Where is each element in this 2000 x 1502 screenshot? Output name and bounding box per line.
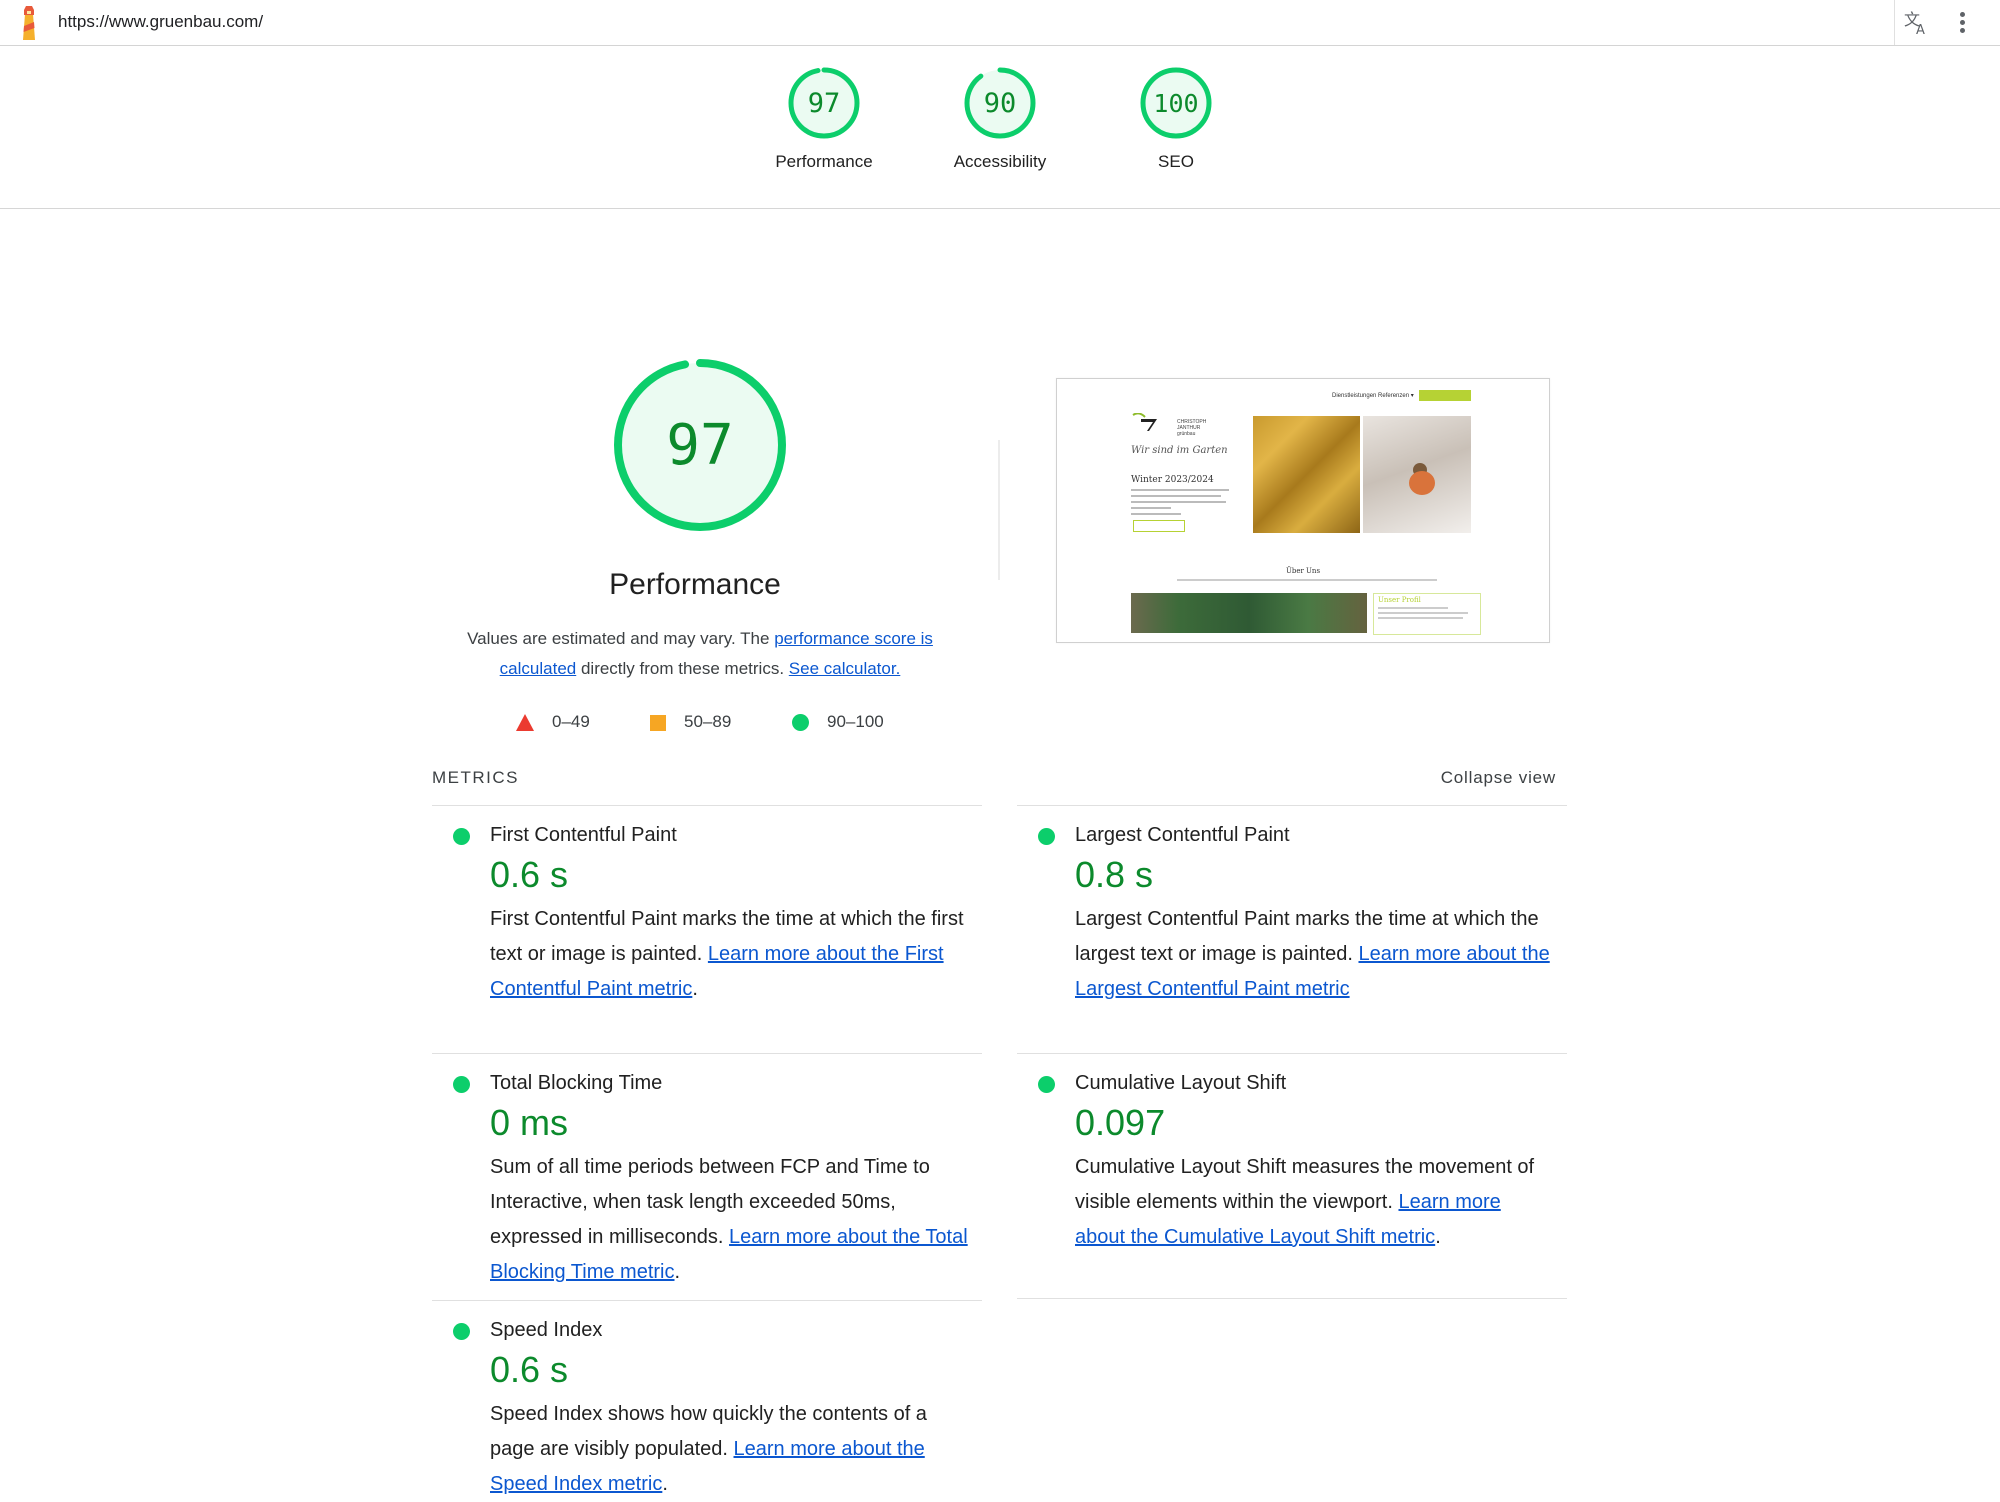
- thumb-team-photo: [1131, 593, 1367, 633]
- metric-title: Speed Index: [490, 1319, 603, 1341]
- gauge-performance[interactable]: 97 Performance: [754, 66, 894, 172]
- thumb-leaves-image: [1253, 416, 1360, 533]
- collapse-view-toggle[interactable]: Collapse view: [1400, 768, 1556, 788]
- gauge-label: Accessibility: [953, 152, 1047, 171]
- circle-icon: [792, 714, 809, 732]
- triangle-icon: [516, 714, 534, 732]
- gauge-score: 90: [984, 88, 1017, 119]
- metric-title: Total Blocking Time: [490, 1072, 663, 1094]
- metric-largest-contentful-paint: Largest Contentful Paint 0.8 s Largest C…: [1017, 805, 1567, 1053]
- metric-description: First Contentful Paint marks the time at…: [490, 908, 964, 1000]
- thumb-profile-title: Unser Profil: [1378, 596, 1421, 604]
- legend-range: 50–89: [684, 712, 732, 731]
- legend-range: 0–49: [552, 712, 590, 731]
- gauge-ring: 100: [1140, 67, 1212, 139]
- legend-range: 90–100: [827, 712, 884, 731]
- translate-icon[interactable]: 文 A: [1902, 8, 1930, 36]
- performance-score: 97: [666, 413, 733, 478]
- pass-circle-icon: [1038, 828, 1055, 845]
- metric-description: Speed Index shows how quickly the conten…: [490, 1403, 927, 1495]
- metric-total-blocking-time: Total Blocking Time 0 ms Sum of all time…: [432, 1053, 982, 1301]
- gauge-seo[interactable]: 100 SEO: [1106, 66, 1246, 172]
- thumb-heading: Winter 2023/2024: [1131, 475, 1214, 485]
- performance-description: Values are estimated and may vary. The p…: [440, 624, 960, 684]
- desc-text-middle: directly from these metrics.: [576, 659, 789, 678]
- metric-title: Largest Contentful Paint: [1075, 824, 1290, 846]
- metric-value: 0.8 s: [1075, 854, 1154, 895]
- metric-description: Largest Contentful Paint marks the time …: [1075, 908, 1550, 1000]
- lighthouse-icon: [23, 6, 35, 40]
- gauge-score: 100: [1153, 89, 1198, 118]
- metric-cumulative-layout-shift: Cumulative Layout Shift 0.097 Cumulative…: [1017, 1053, 1567, 1299]
- pass-circle-icon: [1038, 1076, 1055, 1093]
- legend-fail: 0–49: [516, 712, 590, 732]
- metric-value: 0.097: [1075, 1102, 1166, 1143]
- thumb-nav-button: [1419, 390, 1471, 401]
- gauge-ring: 90: [964, 67, 1036, 139]
- thumb-about-heading: Über Uns: [1285, 567, 1321, 575]
- gauge-ring: 97: [788, 67, 860, 139]
- square-icon: [650, 714, 666, 731]
- toolbar-divider: [1894, 0, 1895, 45]
- metric-description: Cumulative Layout Shift measures the mov…: [1075, 1156, 1535, 1248]
- metric-speed-index: Speed Index 0.6 s Speed Index shows how …: [432, 1300, 982, 1500]
- thumb-logo-icon: [1132, 413, 1157, 431]
- pass-circle-icon: [453, 1076, 470, 1093]
- metric-value: 0 ms: [490, 1102, 569, 1143]
- see-calculator-link[interactable]: See calculator.: [789, 659, 901, 678]
- thumb-nav: Dienstleistungen Referenzen ▾: [1332, 393, 1414, 399]
- thumb-button: [1133, 520, 1185, 532]
- score-legend: 0–49 50–89 90–100: [510, 708, 930, 738]
- thumb-profile-box: Unser Profil: [1373, 593, 1481, 635]
- thumb-about-line: [1177, 579, 1437, 581]
- gauge-accessibility[interactable]: 90 Accessibility: [930, 66, 1070, 172]
- legend-pass: 90–100: [792, 712, 884, 732]
- gauge-label: Performance: [775, 152, 873, 171]
- thumb-brand: CHRISTOPH JANTHUR grünbau: [1177, 419, 1207, 437]
- metric-value: 0.6 s: [490, 854, 569, 895]
- thumb-bird-body: [1409, 471, 1435, 495]
- performance-title: Performance: [609, 568, 781, 601]
- metric-title: First Contentful Paint: [490, 824, 677, 846]
- pass-circle-icon: [453, 1323, 470, 1340]
- final-screenshot-thumbnail[interactable]: Dienstleistungen Referenzen ▾ CHRISTOPH …: [1056, 378, 1550, 643]
- kebab-menu-icon[interactable]: [1956, 10, 1968, 36]
- gauge-score: 97: [808, 88, 841, 119]
- metrics-header: METRICS: [432, 768, 519, 787]
- thumb-script-text: Wir sind im Garten: [1131, 445, 1228, 456]
- vertical-divider: [998, 440, 1000, 580]
- gauge-label: SEO: [1158, 152, 1194, 171]
- metric-divider: [1017, 1298, 1567, 1299]
- thumb-text-lines: [1131, 489, 1231, 519]
- svg-text:A: A: [1916, 23, 1925, 36]
- metric-description: Sum of all time periods between FCP and …: [490, 1156, 968, 1283]
- browser-toolbar: https://www.gruenbau.com/ 文 A: [0, 0, 2000, 46]
- legend-average: 50–89: [650, 712, 731, 732]
- performance-gauge: 97: [614, 359, 786, 531]
- metric-title: Cumulative Layout Shift: [1075, 1072, 1287, 1094]
- desc-text: Values are estimated and may vary. The: [467, 629, 775, 648]
- metric-value: 0.6 s: [490, 1349, 569, 1390]
- metric-first-contentful-paint: First Contentful Paint 0.6 s First Conte…: [432, 805, 982, 1053]
- address-url[interactable]: https://www.gruenbau.com/: [58, 12, 263, 32]
- score-summary: 97 Performance 90 Accessibility 100 SEO: [0, 46, 2000, 209]
- pass-circle-icon: [453, 828, 470, 845]
